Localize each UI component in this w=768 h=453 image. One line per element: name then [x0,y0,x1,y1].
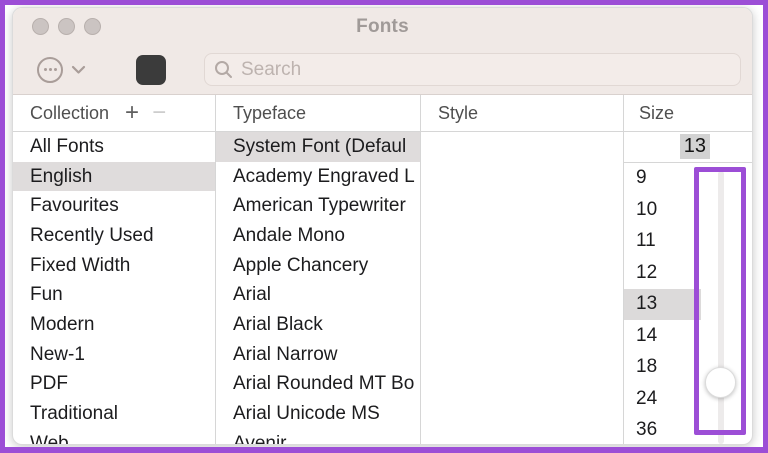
typeface-item[interactable]: Apple Chancery [216,251,420,281]
collection-item-selected[interactable]: English [13,161,215,192]
size-item[interactable]: 12 [624,257,701,289]
window-title: Fonts [356,15,409,37]
collection-item[interactable]: Favourites [13,191,215,221]
collection-item[interactable]: New-1 [13,340,215,370]
remove-collection-button: − [152,99,167,126]
collection-list: All Fonts English Favourites Recently Us… [13,132,216,444]
style-header-label: Style [438,102,479,123]
ellipsis-circle-icon [37,56,63,83]
style-column-header: Style [421,95,624,131]
search-input[interactable] [241,58,740,81]
size-header-label: Size [639,102,675,123]
typeface-column-header: Typeface [216,95,421,131]
chevron-down-icon [71,65,86,75]
collection-header-label: Collection [30,102,110,123]
typeface-item[interactable]: Arial Narrow [216,340,420,370]
size-item[interactable]: 11 [624,226,701,258]
typeface-item[interactable]: Andale Mono [216,221,420,251]
collection-item[interactable]: PDF [13,370,215,400]
collection-item[interactable]: Modern [13,310,215,340]
typeface-item-selected[interactable]: System Font (Defaul [216,132,420,162]
typeface-item[interactable]: Arial Rounded MT Bo [216,370,420,400]
typeface-list: System Font (Defaul Academy Engraved L A… [216,132,421,444]
search-field[interactable] [204,53,741,86]
size-item[interactable]: 14 [624,320,701,352]
slider-thumb[interactable] [705,366,736,398]
typeface-item[interactable]: Arial [216,280,420,310]
collection-item[interactable]: Web [13,429,215,444]
size-item[interactable]: 18 [624,352,701,384]
collection-item[interactable]: All Fonts [13,132,215,162]
titlebar: Fonts [13,8,752,45]
size-input-field[interactable]: 13 [624,132,752,163]
toolbar [13,45,752,95]
size-body: 9 10 11 12 13 14 18 24 36 [624,163,752,445]
size-column: 13 9 10 11 12 13 14 18 24 36 [624,132,752,445]
style-list [421,132,624,444]
typeface-item[interactable]: Arial Black [216,310,420,340]
size-slider[interactable] [701,163,752,444]
collection-column-header: Collection + − [13,95,216,131]
size-item-selected[interactable]: 13 [624,288,701,320]
typeface-item[interactable]: Arial Unicode MS [216,399,420,429]
collection-item[interactable]: Recently Used [13,221,215,251]
collection-item[interactable]: Traditional [13,399,215,429]
typeface-item[interactable]: Academy Engraved L [216,162,420,192]
typeface-item[interactable]: Avenir [216,429,420,444]
typeface-header-label: Typeface [233,102,307,123]
size-input-value: 13 [679,134,710,160]
screenshot-stage: Fonts Collection + − Typ [0,0,768,453]
search-icon [215,61,232,78]
size-item[interactable]: 24 [624,383,701,415]
size-item[interactable]: 9 [624,163,701,195]
slider-track-icon [718,170,724,444]
text-color-swatch[interactable] [136,54,166,85]
collection-item[interactable]: Fixed Width [13,251,215,281]
column-headers: Collection + − Typeface Style Size [13,95,752,132]
size-column-header: Size [624,95,752,131]
add-collection-button[interactable]: + [125,101,139,125]
fonts-window: Fonts Collection + − Typ [12,7,753,445]
content-area: All Fonts English Favourites Recently Us… [13,132,752,445]
size-item[interactable]: 10 [624,194,701,226]
collection-item[interactable]: Fun [13,280,215,310]
size-list: 9 10 11 12 13 14 18 24 36 [624,163,701,445]
actions-menu-button[interactable] [37,56,86,83]
size-item[interactable]: 36 [624,415,701,445]
typeface-item[interactable]: American Typewriter [216,191,420,221]
